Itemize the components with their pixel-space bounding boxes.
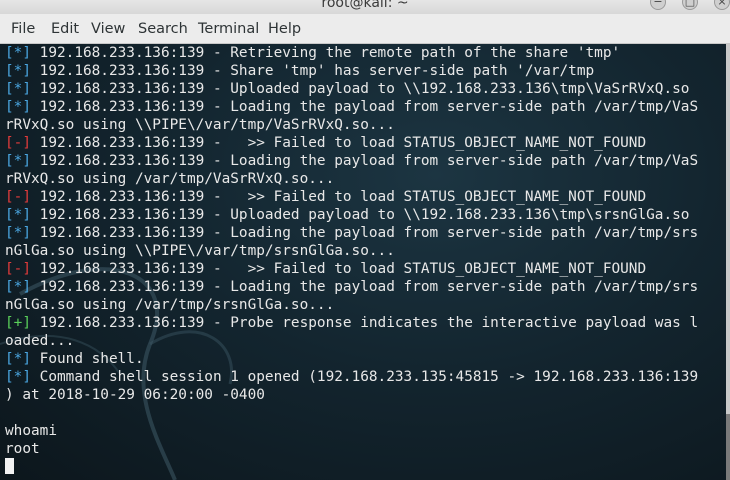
line-text: 192.168.233.136:139 - Retrieving the rem… (31, 45, 621, 61)
line-text: 192.168.233.136:139 - >> Failed to load … (31, 189, 647, 205)
status-tag: [*] (5, 279, 31, 295)
line-text: ) at 2018-10-29 06:20:00 -0400 (5, 387, 265, 403)
terminal-line: [+] 192.168.233.136:139 - Probe response… (5, 314, 698, 332)
line-text: rRVxQ.so using \\PIPE\/var/tmp/VaSrRVxQ.… (5, 117, 395, 133)
line-text: 192.168.233.136:139 - Uploaded payload t… (31, 81, 690, 97)
status-tag: [*] (5, 207, 31, 223)
line-text: 192.168.233.136:139 - >> Failed to load … (31, 135, 647, 151)
menu-edit[interactable]: Edit (51, 20, 79, 38)
terminal-output[interactable]: [*] 192.168.233.136:139 - Retrieving the… (0, 44, 726, 480)
terminal-scrollbar[interactable] (726, 44, 730, 480)
line-text: 192.168.233.136:139 - >> Failed to load … (31, 261, 647, 277)
terminal-line: [*] 192.168.233.136:139 - Loading the pa… (5, 152, 698, 170)
scrollbar-thumb[interactable] (726, 414, 730, 480)
line-text: 192.168.233.136:139 - Loading the payloa… (31, 99, 699, 115)
terminal-line: root (5, 440, 698, 458)
status-tag: [*] (5, 153, 31, 169)
line-text: 192.168.233.136:139 - Loading the payloa… (31, 279, 699, 295)
line-text: 192.168.233.136:139 - Loading the payloa… (31, 225, 699, 241)
status-tag: [*] (5, 45, 31, 61)
terminal-line: nGlGa.so using \\PIPE\/var/tmp/srsnGlGa.… (5, 242, 698, 260)
line-text: Command shell session 1 opened (192.168.… (31, 369, 699, 385)
line-text: Found shell. (31, 351, 144, 367)
terminal-line: [*] 192.168.233.136:139 - Uploaded paylo… (5, 206, 698, 224)
terminal-line: [*] Command shell session 1 opened (192.… (5, 368, 698, 386)
terminal-line: [*] 192.168.233.136:139 - Loading the pa… (5, 98, 698, 116)
status-tag: [*] (5, 99, 31, 115)
terminal-line: nGlGa.so using /var/tmp/srsnGlGa.so... (5, 296, 698, 314)
line-text: nGlGa.so using \\PIPE\/var/tmp/srsnGlGa.… (5, 243, 395, 259)
terminal-line: rRVxQ.so using /var/tmp/VaSrRVxQ.so... (5, 170, 698, 188)
status-tag: [*] (5, 81, 31, 97)
terminal-line: [*] 192.168.233.136:139 - Uploaded paylo… (5, 80, 698, 98)
menu-file[interactable]: File (11, 20, 35, 38)
terminal-line: [*] 192.168.233.136:139 - Loading the pa… (5, 278, 698, 296)
prompt-line[interactable] (5, 458, 698, 476)
line-text: rRVxQ.so using /var/tmp/VaSrRVxQ.so... (5, 171, 335, 187)
status-tag: [*] (5, 351, 31, 367)
line-text: nGlGa.so using /var/tmp/srsnGlGa.so... (5, 297, 335, 313)
menu-help[interactable]: Help (268, 20, 301, 38)
line-text: whoami (5, 423, 57, 439)
terminal-window: root@kali: ~ − □ × File Edit View Search… (0, 0, 730, 480)
status-tag: [+] (5, 315, 31, 331)
terminal-line: oaded... (5, 332, 698, 350)
terminal-line: rRVxQ.so using \\PIPE\/var/tmp/VaSrRVxQ.… (5, 116, 698, 134)
title-bar[interactable]: root@kali: ~ − □ × (0, 0, 730, 14)
line-text: 192.168.233.136:139 - Loading the payloa… (31, 153, 699, 169)
line-text: root (5, 441, 40, 457)
window-title: root@kali: ~ (321, 0, 409, 11)
terminal-line: [*] Found shell. (5, 350, 698, 368)
menu-terminal[interactable]: Terminal (198, 20, 259, 38)
line-text: 192.168.233.136:139 - Share 'tmp' has se… (31, 63, 595, 79)
status-tag: [*] (5, 63, 31, 79)
status-tag: [-] (5, 135, 31, 151)
menu-bar: File Edit View Search Terminal Help (0, 14, 730, 44)
line-text: oaded... (5, 333, 75, 349)
terminal-line: [-] 192.168.233.136:139 - >> Failed to l… (5, 260, 698, 278)
terminal-line: [*] 192.168.233.136:139 - Retrieving the… (5, 44, 698, 62)
terminal-line: [*] 192.168.233.136:139 - Share 'tmp' ha… (5, 62, 698, 80)
terminal-line: [-] 192.168.233.136:139 - >> Failed to l… (5, 134, 698, 152)
status-tag: [*] (5, 369, 31, 385)
terminal-line: [-] 192.168.233.136:139 - >> Failed to l… (5, 188, 698, 206)
line-text: 192.168.233.136:139 - Uploaded payload t… (31, 207, 690, 223)
menu-search[interactable]: Search (138, 20, 188, 38)
terminal-lines: [*] 192.168.233.136:139 - Retrieving the… (5, 44, 698, 476)
terminal-line: [*] 192.168.233.136:139 - Loading the pa… (5, 224, 698, 242)
status-tag: [*] (5, 225, 31, 241)
terminal-line: ) at 2018-10-29 06:20:00 -0400 (5, 386, 698, 404)
terminal-line: whoami (5, 422, 698, 440)
menu-view[interactable]: View (91, 20, 125, 38)
status-tag: [-] (5, 261, 31, 277)
status-tag: [-] (5, 189, 31, 205)
line-text: 192.168.233.136:139 - Probe response ind… (31, 315, 699, 331)
text-cursor (5, 458, 14, 474)
